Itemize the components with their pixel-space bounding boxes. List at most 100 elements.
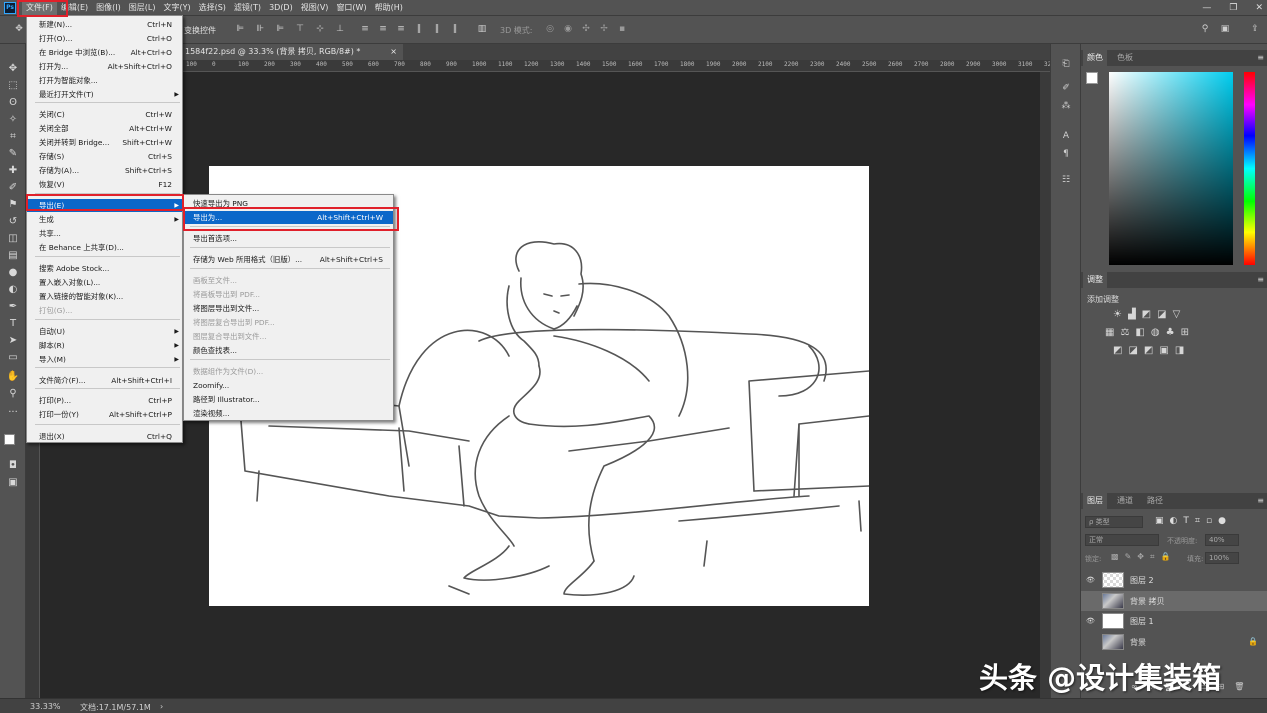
hue-slider[interactable]: [1244, 72, 1255, 265]
3d-scale-icon[interactable]: ▪: [617, 24, 627, 34]
menu-7[interactable]: 3D(D): [265, 0, 297, 15]
file-menu-item[interactable]: 打开(O)... Ctrl+O: [27, 32, 182, 45]
3d-orbit-icon[interactable]: ◎: [545, 24, 555, 34]
file-menu-item[interactable]: 置入链接的智能对象(K)...: [27, 290, 182, 303]
vibrance-icon[interactable]: ▽: [1173, 309, 1181, 320]
distribute-bottom-icon[interactable]: ≡: [396, 24, 406, 34]
menu-0[interactable]: 文件(F): [22, 0, 57, 15]
export-menu-item[interactable]: 路径到 Illustrator...: [184, 393, 393, 406]
foreground-color-swatch[interactable]: [4, 434, 15, 445]
layer-name[interactable]: 背景 拷贝: [1130, 596, 1165, 607]
align-vcenter-icon[interactable]: ⊹: [315, 24, 325, 34]
layer-name[interactable]: 图层 2: [1130, 575, 1154, 586]
file-menu-item[interactable]: 导入(M) ▶: [27, 353, 182, 366]
file-menu-item[interactable]: 打印一份(Y) Alt+Shift+Ctrl+P: [27, 408, 182, 421]
properties-panel-icon[interactable]: ☷: [1059, 174, 1073, 187]
export-menu-item[interactable]: 渲染视频...: [184, 407, 393, 420]
eyedropper-tool-icon[interactable]: ✎: [5, 147, 21, 161]
file-menu-item[interactable]: 关闭(C) Ctrl+W: [27, 108, 182, 121]
file-menu-item[interactable]: 搜索 Adobe Stock...: [27, 262, 182, 275]
photo-filter-icon[interactable]: ◍: [1151, 327, 1160, 338]
visibility-eye-icon[interactable]: 👁: [1086, 575, 1096, 585]
export-menu-item[interactable]: 快速导出为 PNG: [184, 197, 393, 210]
black-white-icon[interactable]: ◧: [1135, 327, 1144, 338]
tab-paths[interactable]: 路径: [1143, 493, 1167, 509]
layer-name[interactable]: 图层 1: [1130, 616, 1154, 627]
share-icon[interactable]: ⇪: [1250, 24, 1260, 34]
brush-tool-icon[interactable]: ✐: [5, 181, 21, 195]
pen-tool-icon[interactable]: ✒: [5, 300, 21, 314]
lock-icon[interactable]: 🔒: [1248, 637, 1258, 646]
file-menu-item[interactable]: 脚本(R) ▶: [27, 339, 182, 352]
brush-settings-icon[interactable]: ✐: [1059, 82, 1073, 95]
lock-artboard-icon[interactable]: ⌗: [1150, 552, 1155, 562]
lock-position-icon[interactable]: ✥: [1137, 552, 1144, 562]
zoom-level[interactable]: 33.33%: [30, 702, 61, 711]
layer-filter-select[interactable]: ρ 类型: [1085, 516, 1143, 528]
tab-adjustments[interactable]: 调整: [1083, 272, 1107, 288]
brightness-icon[interactable]: ☀: [1113, 309, 1122, 320]
distribute-right-icon[interactable]: ‖: [450, 24, 460, 34]
file-menu-item[interactable]: 存储为(A)... Shift+Ctrl+S: [27, 164, 182, 177]
layer-row[interactable]: 背景 拷贝: [1081, 590, 1267, 611]
align-top-icon[interactable]: ⊤: [295, 24, 305, 34]
layer-row[interactable]: 👁 图层 2: [1081, 570, 1267, 590]
3d-pan-icon[interactable]: ✣: [581, 24, 591, 34]
layer-row[interactable]: 背景 🔒: [1081, 632, 1267, 652]
move-tool-icon[interactable]: ✥: [14, 24, 24, 34]
file-menu-item[interactable]: 关闭全部 Alt+Ctrl+W: [27, 122, 182, 135]
blend-mode-select[interactable]: 正常: [1085, 534, 1159, 546]
panel-menu-icon[interactable]: ≡: [1257, 275, 1264, 284]
file-menu-item[interactable]: 共享...: [27, 227, 182, 240]
visibility-eye-icon[interactable]: [1086, 596, 1096, 606]
tab-swatches[interactable]: 色板: [1113, 50, 1137, 66]
file-menu-item[interactable]: 打印(P)... Ctrl+P: [27, 394, 182, 407]
document-tab[interactable]: 1584f22.psd @ 33.3% (背景 拷贝, RGB/8#) * ×: [181, 44, 403, 60]
close-tab-icon[interactable]: ×: [390, 44, 397, 60]
healing-brush-tool-icon[interactable]: ✚: [5, 164, 21, 178]
curves-icon[interactable]: ◩: [1142, 309, 1151, 320]
file-menu-item[interactable]: 置入嵌入对象(L)...: [27, 276, 182, 289]
layer-row[interactable]: 👁 图层 1: [1081, 611, 1267, 631]
align-left-icon[interactable]: ⊫: [235, 24, 245, 34]
adjustment-filter-icon[interactable]: ◐: [1170, 516, 1178, 526]
export-menu-item[interactable]: 导出为... Alt+Shift+Ctrl+W: [184, 211, 393, 224]
tab-color[interactable]: 颜色: [1083, 50, 1107, 66]
export-menu-item[interactable]: Zoomify...: [184, 379, 393, 392]
move-tool-icon[interactable]: ✥: [5, 62, 21, 76]
file-menu-item[interactable]: 生成 ▶: [27, 213, 182, 226]
menu-1[interactable]: 编辑(E): [57, 0, 92, 15]
file-menu-item[interactable]: 退出(X) Ctrl+Q: [27, 430, 182, 443]
paragraph-panel-icon[interactable]: ¶: [1059, 148, 1073, 161]
file-menu-item[interactable]: 新建(N)... Ctrl+N: [27, 18, 182, 31]
quick-mask-icon[interactable]: ◘: [5, 459, 21, 473]
menu-2[interactable]: 图像(I): [92, 0, 125, 15]
shape-filter-icon[interactable]: ⌗: [1195, 516, 1200, 526]
close-window-button[interactable]: ✕: [1255, 3, 1263, 13]
lock-image-icon[interactable]: ✎: [1125, 552, 1132, 562]
distribute-left-icon[interactable]: ‖: [414, 24, 424, 34]
history-brush-tool-icon[interactable]: ↺: [5, 215, 21, 229]
channel-mixer-icon[interactable]: ♣: [1166, 327, 1175, 338]
export-menu-item[interactable]: 将图层导出到文件...: [184, 302, 393, 315]
lock-transparent-icon[interactable]: ▩: [1111, 552, 1119, 562]
file-menu-item[interactable]: 打开为智能对象...: [27, 74, 182, 87]
3d-slide-icon[interactable]: ✢: [599, 24, 609, 34]
blur-tool-icon[interactable]: ●: [5, 266, 21, 280]
delete-layer-icon[interactable]: 🗑: [1234, 682, 1244, 691]
menu-9[interactable]: 窗口(W): [332, 0, 370, 15]
file-menu-item[interactable]: 在 Behance 上共享(D)...: [27, 241, 182, 254]
file-menu-item[interactable]: 最近打开文件(T) ▶: [27, 88, 182, 101]
file-menu-item[interactable]: 自动(U) ▶: [27, 325, 182, 338]
type-filter-icon[interactable]: T: [1183, 516, 1189, 526]
history-panel-icon[interactable]: ⎗: [1059, 58, 1073, 71]
zoom-tool-icon[interactable]: ⚲: [5, 387, 21, 401]
color-balance-icon[interactable]: ⚖: [1120, 327, 1129, 338]
selective-color-icon[interactable]: ▣: [1159, 345, 1168, 356]
file-menu-item[interactable]: 打开为... Alt+Shift+Ctrl+O: [27, 60, 182, 73]
align-hcenter-icon[interactable]: ⊪: [255, 24, 265, 34]
workspace-icon[interactable]: ▣: [1220, 24, 1230, 34]
threshold-icon[interactable]: ◩: [1144, 345, 1153, 356]
gradient-map-icon[interactable]: ◨: [1175, 345, 1184, 356]
rectangle-tool-icon[interactable]: ▭: [5, 351, 21, 365]
